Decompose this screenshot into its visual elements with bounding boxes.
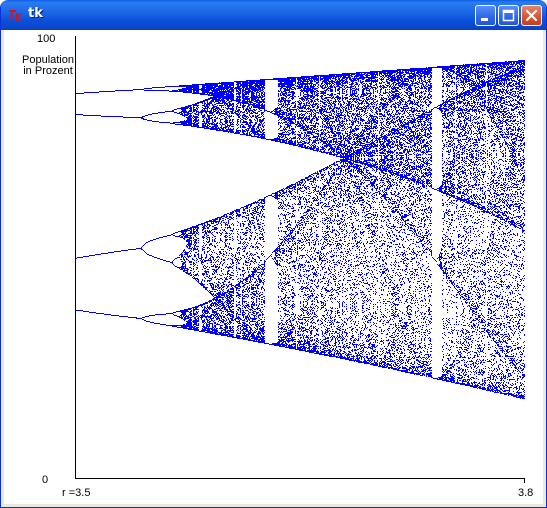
title-bar[interactable]: tk <box>1 0 546 30</box>
x-axis-max-label: 3.8 <box>518 487 534 499</box>
close-button[interactable] <box>521 5 542 26</box>
maximize-icon <box>502 9 515 22</box>
x-axis-min-label: r =3.5 <box>62 487 91 499</box>
y-axis-title: Population in Prozent <box>18 55 78 77</box>
minimize-button[interactable] <box>475 5 496 26</box>
tk-feather-icon <box>7 7 23 23</box>
close-icon <box>525 9 538 22</box>
minimize-icon <box>481 18 488 21</box>
app-window: tk 100 Population in Prozent 0 r =3.5 3.… <box>0 0 547 508</box>
y-axis-min-label: 0 <box>42 474 49 486</box>
bifurcation-plot <box>75 36 525 483</box>
maximize-button[interactable] <box>498 5 519 26</box>
orbit-points <box>76 60 525 399</box>
window-title: tk <box>28 6 43 21</box>
plot-canvas[interactable]: 100 Population in Prozent 0 r =3.5 3.8 <box>4 30 543 504</box>
y-axis-max-label: 100 <box>37 33 56 45</box>
bifurcation-points <box>76 60 525 399</box>
y-axis-title-line-2: in Prozent <box>23 65 73 77</box>
